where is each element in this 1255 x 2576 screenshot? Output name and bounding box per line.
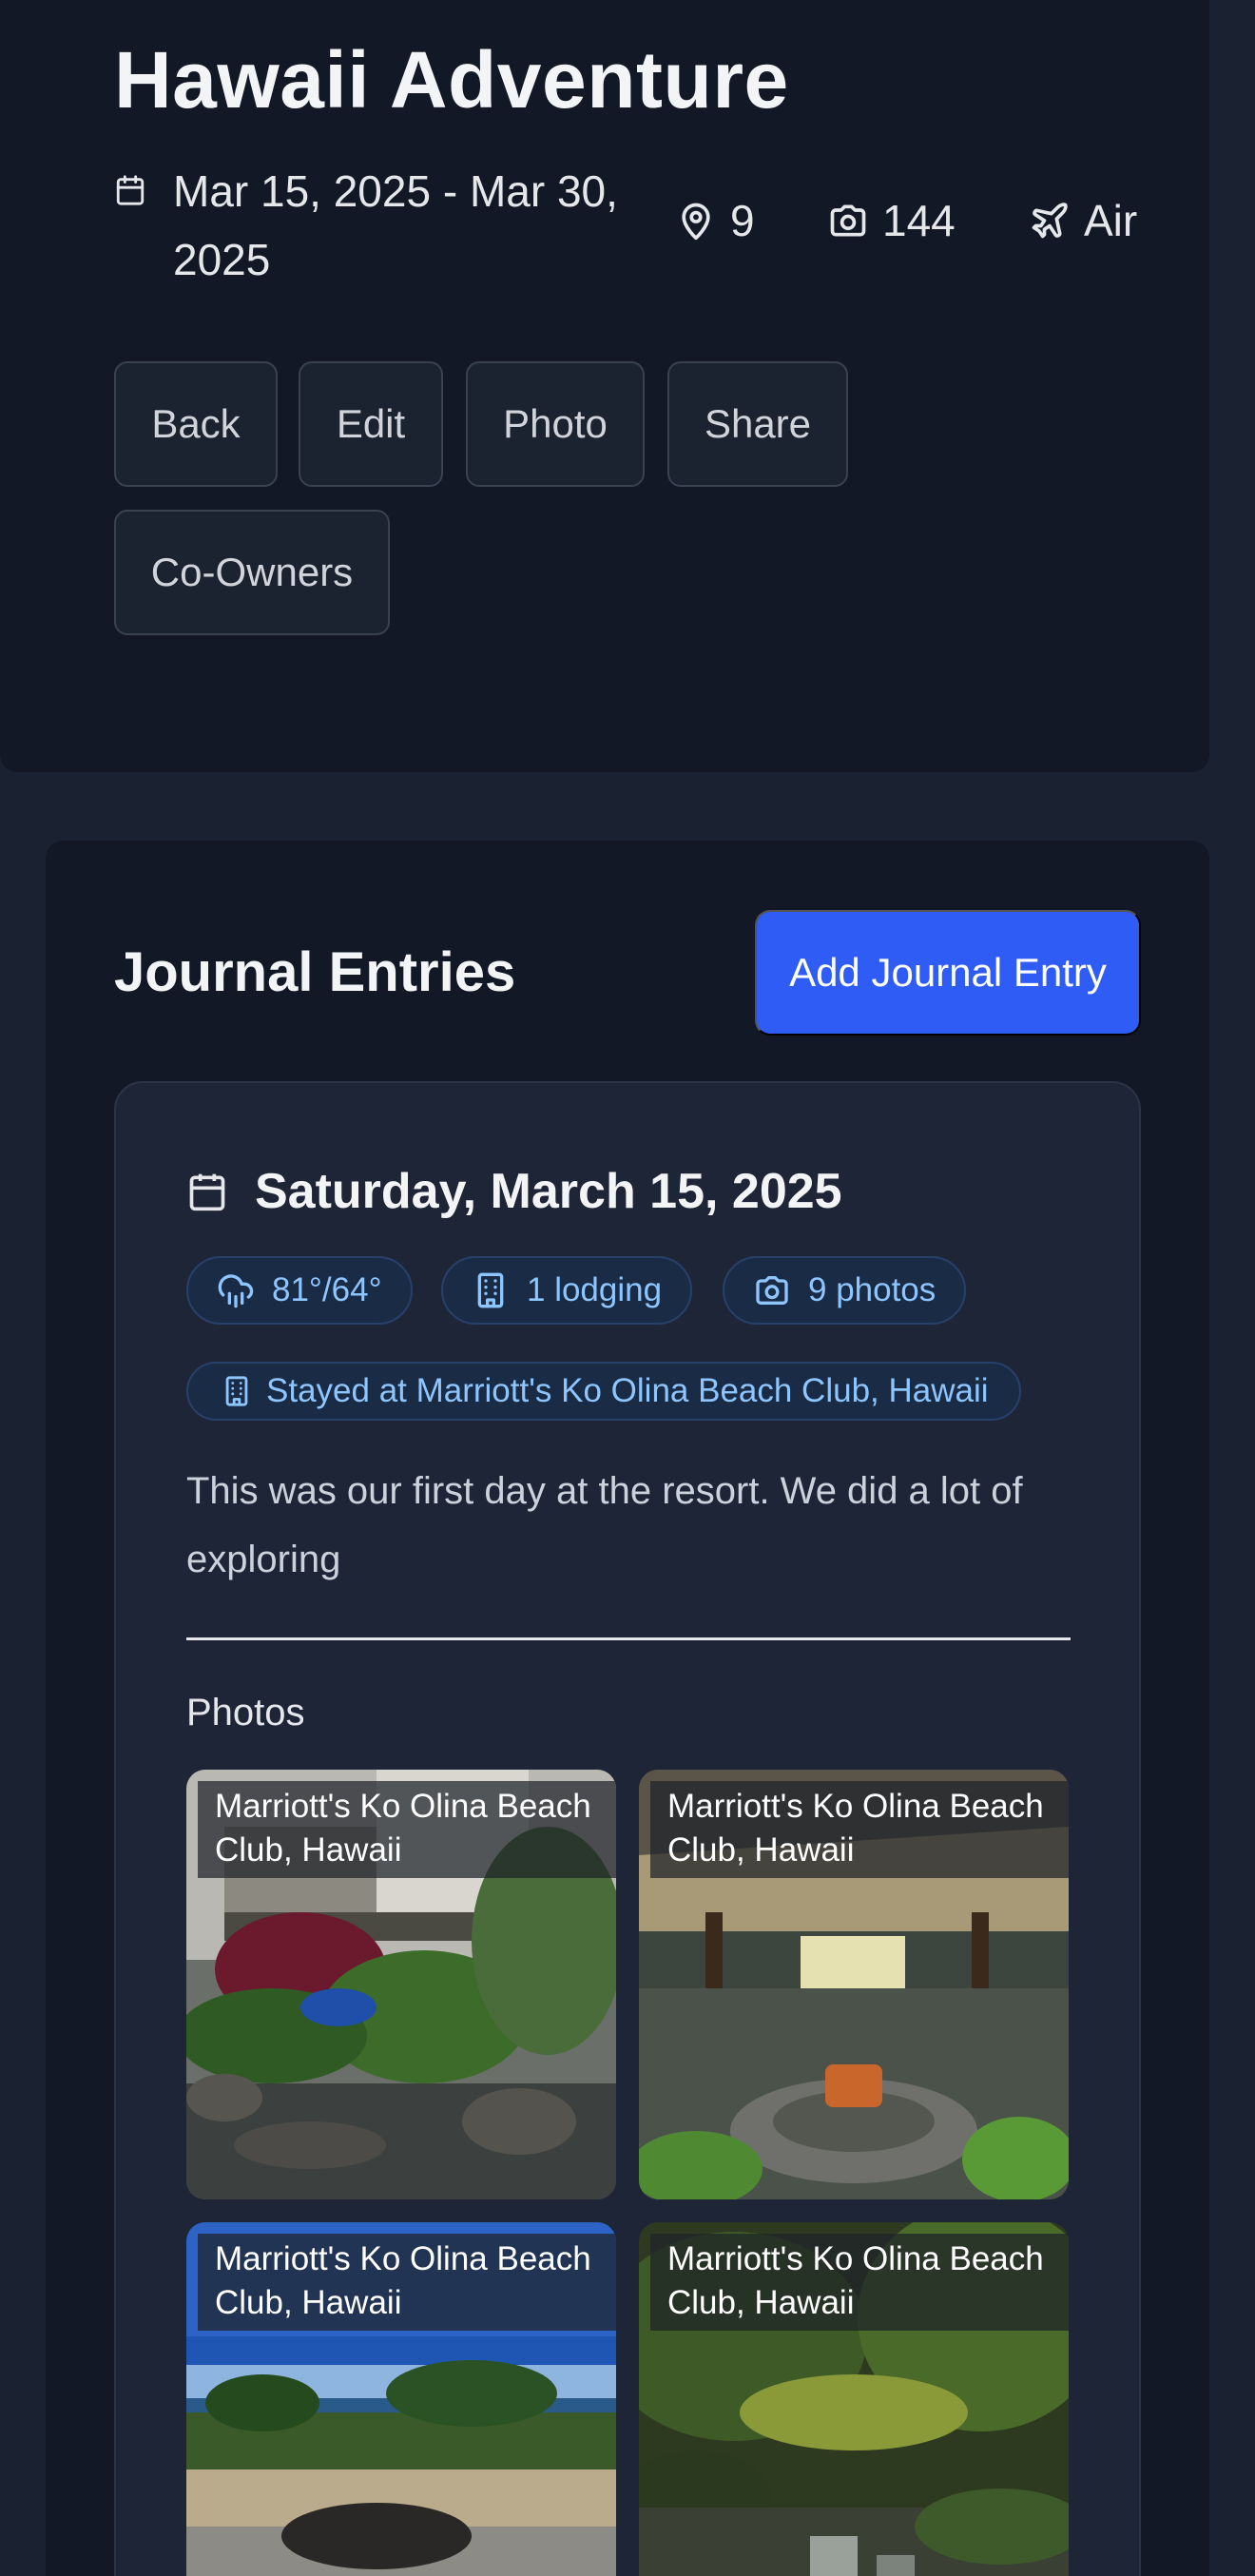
edit-button[interactable]: Edit [299, 361, 443, 487]
trip-dates-text: Mar 15, 2025 - Mar 30, 2025 [173, 166, 618, 284]
calendar-icon [116, 175, 145, 205]
entry-divider [186, 1637, 1071, 1640]
entry-photo[interactable]: Marriott's Ko Olina Beach Club, Hawaii [639, 2222, 1069, 2576]
share-button[interactable]: Share [667, 361, 848, 487]
building-icon [477, 1272, 504, 1308]
co-owners-button[interactable]: Co-Owners [114, 510, 390, 635]
journal-heading: Journal Entries [114, 941, 516, 1003]
calendar-icon [189, 1173, 225, 1211]
building-icon [225, 1376, 248, 1406]
trip-locations-count: 9 [730, 196, 755, 245]
entry-date-row: Saturday, March 15, 2025 [186, 1163, 842, 1220]
lodging-count-text: 1 lodging [527, 1271, 663, 1308]
lodging-count-chip: 1 lodging [441, 1256, 693, 1325]
photos-count-chip: 9 photos [723, 1256, 967, 1325]
photo-caption: Marriott's Ko Olina Beach Club, Hawaii [650, 2234, 1069, 2331]
trip-transport: Air [1029, 195, 1137, 246]
lodging-text: Stayed at Marriott's Ko Olina Beach Club… [266, 1372, 989, 1409]
photos-count-text: 9 photos [808, 1271, 936, 1308]
journal-section: Journal Entries Add Journal Entry Saturd… [46, 841, 1209, 2576]
trip-locations: 9 [675, 195, 755, 246]
trip-title: Hawaii Adventure [114, 35, 789, 125]
add-journal-entry-button[interactable]: Add Journal Entry [755, 910, 1141, 1036]
plane-icon [1032, 203, 1068, 239]
journal-entry: Saturday, March 15, 2025 81°/64° 1 lodgi… [114, 1081, 1141, 2576]
camera-icon [756, 1276, 788, 1305]
trip-meta: Mar 15, 2025 - Mar 30, 2025 9 144 Air [114, 157, 1141, 290]
photo-button[interactable]: Photo [466, 361, 645, 487]
trip-transport-label: Air [1084, 196, 1138, 245]
photo-caption: Marriott's Ko Olina Beach Club, Hawaii [198, 2234, 616, 2331]
photos-label: Photos [186, 1692, 305, 1733]
lodging-chip: Stayed at Marriott's Ko Olina Beach Club… [186, 1362, 1021, 1421]
weather-text: 81°/64° [272, 1271, 382, 1308]
trip-photos: 144 [827, 195, 956, 246]
rain-cloud-icon [218, 1274, 254, 1308]
camera-icon [830, 204, 866, 237]
weather-chip: 81°/64° [186, 1256, 413, 1325]
entry-date: Saturday, March 15, 2025 [255, 1164, 842, 1219]
entry-text: This was our first day at the resort. We… [186, 1470, 1023, 1580]
map-pin-icon [682, 203, 710, 241]
back-button[interactable]: Back [114, 361, 278, 487]
photo-caption: Marriott's Ko Olina Beach Club, Hawaii [650, 1781, 1069, 1878]
entry-photo[interactable]: Marriott's Ko Olina Beach Club, Hawaii [639, 1770, 1069, 2199]
trip-photos-count: 144 [882, 196, 956, 245]
photo-caption: Marriott's Ko Olina Beach Club, Hawaii [198, 1781, 616, 1878]
trip-header: Hawaii Adventure Mar 15, 2025 - Mar 30, … [0, 0, 1209, 772]
trip-dates: Mar 15, 2025 - Mar 30, 2025 [114, 157, 620, 294]
entry-photo[interactable]: Marriott's Ko Olina Beach Club, Hawaii [186, 2222, 616, 2576]
entry-photo[interactable]: Marriott's Ko Olina Beach Club, Hawaii [186, 1770, 616, 2199]
